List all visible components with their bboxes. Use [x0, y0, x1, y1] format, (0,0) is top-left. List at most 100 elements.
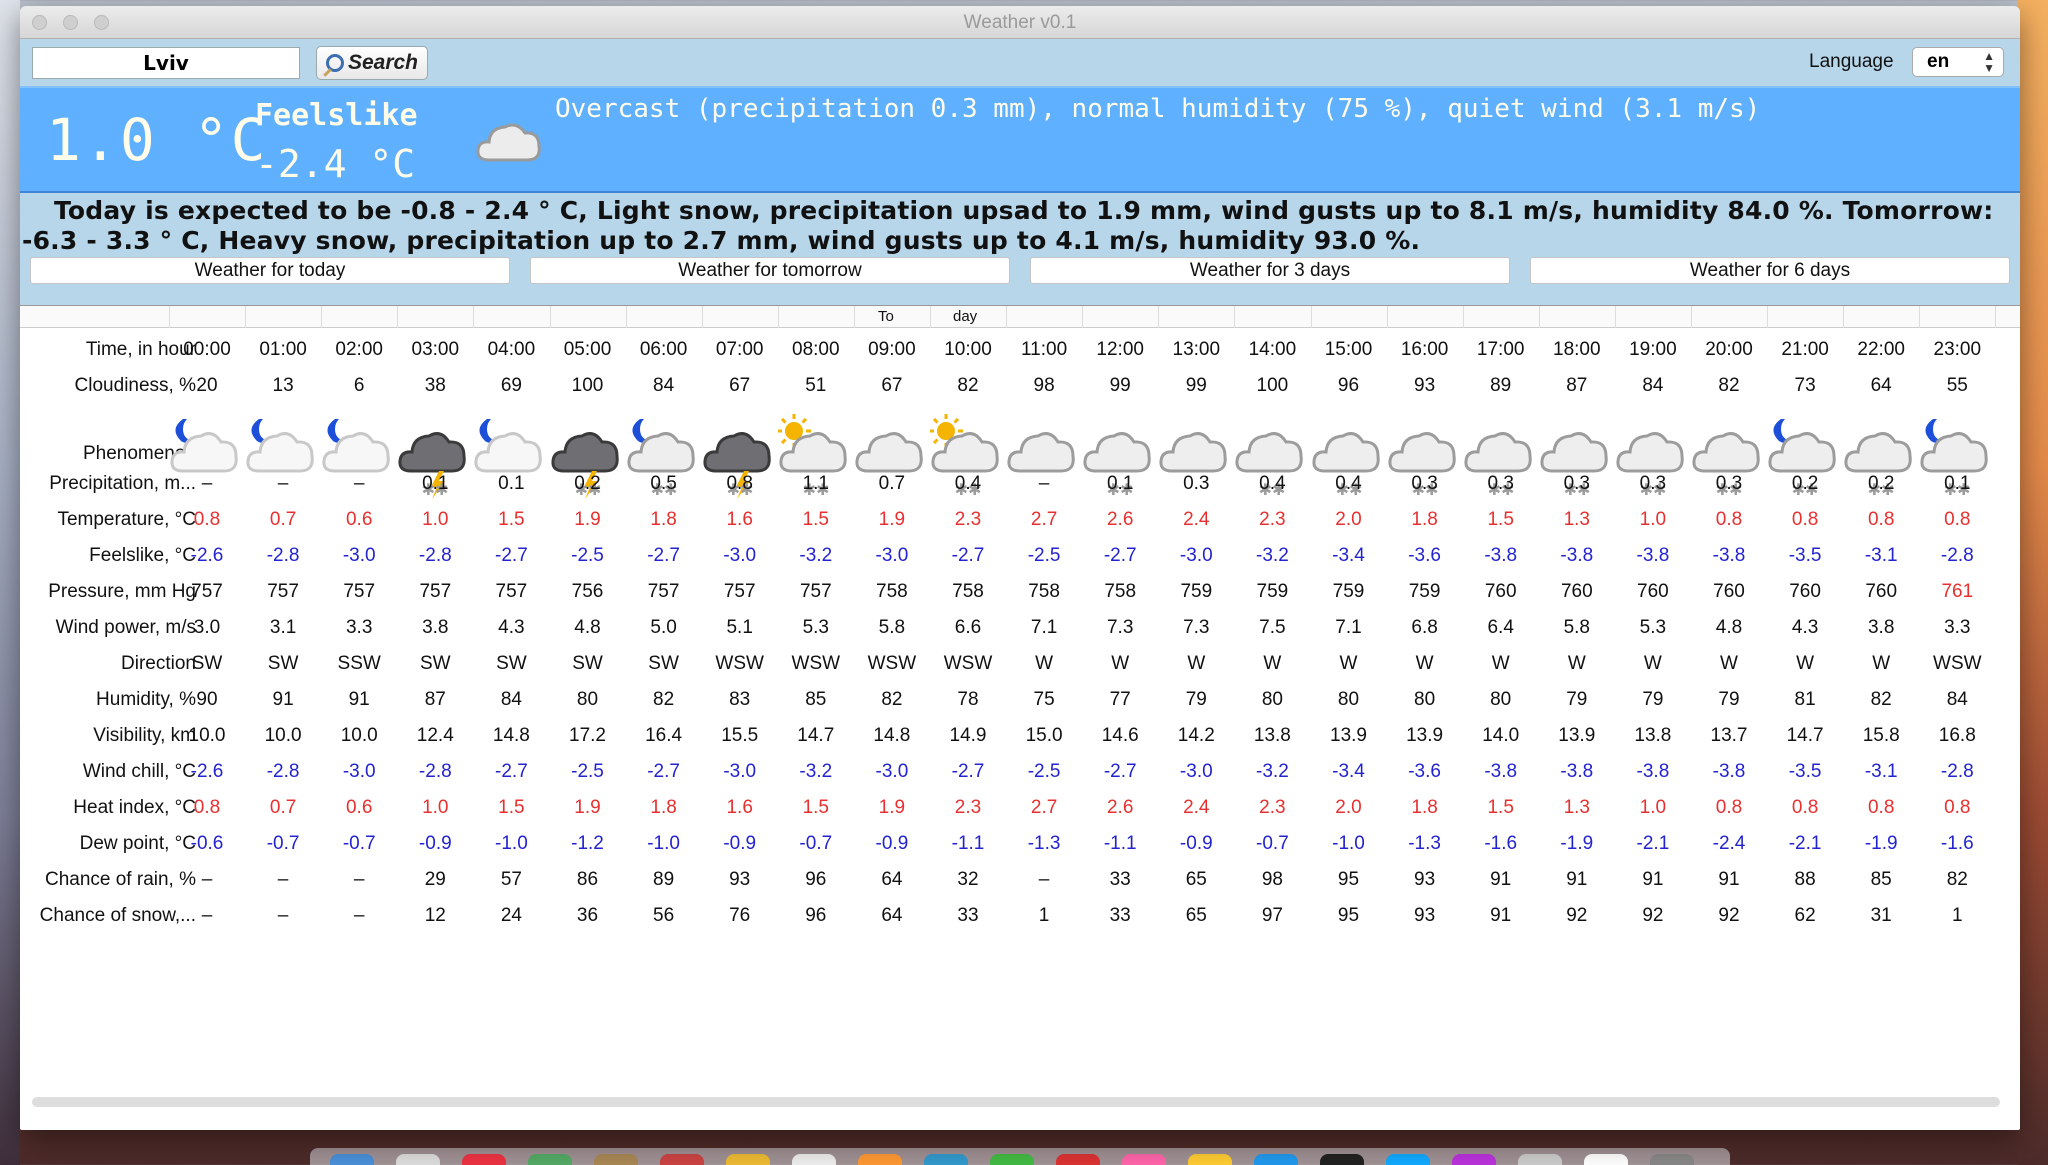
table-cell: 3.1: [269, 617, 297, 638]
table-cell: 0.7: [269, 509, 297, 530]
tab-weather-3-days[interactable]: Weather for 3 days: [1030, 257, 1510, 284]
table-cell: 18:00: [1553, 339, 1601, 360]
table-row: Time, in hour 00:00 01:00 02:00 03:00 04:00 05…: [20, 339, 2020, 369]
table-cell: -0.7: [799, 833, 833, 854]
table-cell: 05:00: [563, 339, 612, 360]
table-cell: -1.6: [1940, 833, 1974, 854]
tab-weather-tomorrow[interactable]: Weather for tomorrow: [530, 257, 1010, 284]
table-cell: 36: [576, 905, 599, 926]
table-cell: 17:00: [1476, 339, 1525, 360]
table-cell: 1.5: [1487, 509, 1514, 530]
table-cell: -0.7: [1256, 833, 1289, 854]
table-cell: 760: [1484, 581, 1517, 602]
close-window-button[interactable]: [32, 15, 47, 30]
table-cell: 16.8: [1938, 725, 1976, 746]
table-cell: 93: [1414, 905, 1436, 926]
table-cell: 14:00: [1248, 339, 1297, 360]
table-cell: 12: [424, 905, 446, 926]
table-cell: -2.5: [1027, 761, 1061, 782]
table-cell: 2.3: [1259, 509, 1286, 530]
table-cell: -3.0: [723, 761, 757, 782]
table-cell: 0.8: [1867, 509, 1895, 530]
table-cell: 0.3: [1639, 473, 1667, 494]
language-select[interactable]: en ▲ ▼: [1912, 47, 2004, 77]
table-cell: 81: [1794, 689, 1816, 710]
weather-window: Weather v0.1 Lviv Search Language en ▲ ▼ …: [20, 6, 2020, 1130]
table-row: Cloudiness, % 20 13 6 38 69 100 84 67 51 67 82 98 99 9…: [20, 375, 2020, 405]
table-cell: 64: [881, 869, 903, 890]
table-cell: 14.2: [1177, 725, 1215, 746]
table-cell: -2.5: [571, 761, 604, 782]
table-cell: 760: [1865, 581, 1898, 602]
table-cell: 76: [729, 905, 751, 926]
table-cell: 15:00: [1324, 339, 1373, 360]
dock[interactable]: [310, 1148, 1730, 1165]
table-cell: 2.3: [954, 797, 982, 818]
table-cell: 85: [805, 689, 827, 710]
table-cell: 03:00: [411, 339, 460, 360]
horizontal-scrollbar[interactable]: [32, 1097, 2000, 1107]
table-cell: –: [353, 905, 365, 926]
table-cell: 1: [1952, 905, 1963, 926]
search-button[interactable]: Search: [316, 46, 428, 80]
city-input[interactable]: Lviv: [32, 47, 300, 79]
header-divider: [1462, 306, 1464, 328]
tab-weather-6-days[interactable]: Weather for 6 days: [1530, 257, 2010, 284]
table-cell: -3.8: [1712, 761, 1746, 782]
table-cell: 2.4: [1183, 509, 1210, 530]
table-cell: 13.7: [1710, 725, 1748, 746]
table-cell: 0.8: [1791, 797, 1819, 818]
table-cell: 87: [1566, 375, 1588, 396]
table-cell: 13.8: [1253, 725, 1291, 746]
table-cell: -1.0: [495, 833, 528, 854]
table-cell: 14.6: [1101, 725, 1139, 746]
table-cell: 0.8: [726, 473, 753, 494]
table-cell: 759: [1180, 581, 1213, 602]
tab-weather-today[interactable]: Weather for today: [30, 257, 510, 284]
table-cell: W: [1720, 653, 1738, 674]
table-cell: 96: [1337, 375, 1360, 396]
table-cell: -3.4: [1332, 761, 1365, 782]
table-cell: 1.5: [498, 509, 525, 530]
table-cell: 1.5: [498, 797, 525, 818]
table-cell: 2.3: [1259, 797, 1286, 818]
table-cell: 3.3: [345, 617, 373, 638]
table-cell: W: [1491, 653, 1510, 674]
table-cell: 95: [1337, 869, 1360, 890]
table-cell: -1.0: [1332, 833, 1365, 854]
table-cell: -3.0: [342, 545, 376, 566]
table-cell: WSW: [943, 653, 993, 674]
table-cell: 7.3: [1106, 617, 1134, 638]
table-cell: -3.1: [1864, 545, 1898, 566]
table-cell: 760: [1713, 581, 1745, 602]
table-cell: -3.1: [1864, 761, 1898, 782]
cloud-icon: [475, 118, 543, 169]
table-cell: 0.7: [878, 473, 906, 494]
table-cell: 82: [957, 375, 979, 396]
table-cell: -2.5: [571, 545, 604, 566]
table-cell: 5.1: [726, 617, 753, 638]
table-cell: 91: [1490, 905, 1512, 926]
minimize-window-button[interactable]: [63, 15, 78, 30]
table-header: To day: [20, 306, 2020, 328]
table-cell: 1.1: [802, 473, 829, 494]
table-row: Wind power, m/s 3.0 3.1 3.3 3.8 4.3 4.8 5.0 5.1 5…: [20, 617, 2020, 647]
table-cell: 3.0: [193, 617, 221, 638]
zoom-window-button[interactable]: [94, 15, 109, 30]
table-cell: 14.8: [492, 725, 530, 746]
table-cell: 99: [1185, 375, 1207, 396]
table-cell: 80: [1414, 689, 1436, 710]
table-cell: 14.8: [873, 725, 911, 746]
table-cell: 24: [500, 905, 522, 926]
table-cell: 0.1: [1106, 473, 1134, 494]
table-cell: –: [201, 473, 213, 494]
table-cell: 84: [653, 375, 675, 396]
table-cell: 69: [500, 375, 522, 396]
desktop-background-right: [2018, 0, 2048, 1165]
table-cell: W: [1111, 653, 1130, 674]
header-divider: [1691, 306, 1692, 328]
table-cell: 16:00: [1400, 339, 1449, 360]
table-cell: 0.4: [1259, 473, 1286, 494]
table-cell: 82: [1718, 375, 1740, 396]
table-cell: 20: [196, 375, 218, 396]
